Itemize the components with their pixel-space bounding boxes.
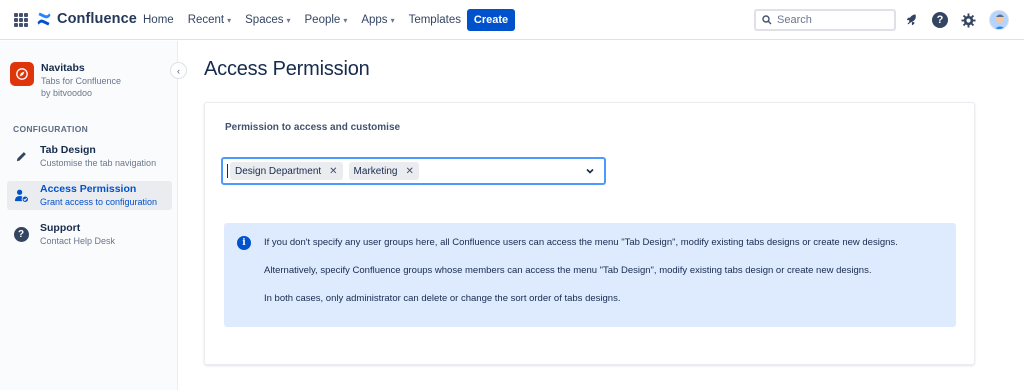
chevron-down-icon[interactable] [585, 166, 595, 176]
nav-apps-label: Apps [361, 14, 388, 26]
app-tagline: Tabs for Confluence [41, 76, 122, 86]
pencil-icon [12, 148, 30, 166]
sidebar-item-title: Tab Design [40, 144, 96, 156]
sidebar-item-title: Support [40, 222, 81, 234]
group-tag-label: Marketing [353, 165, 398, 177]
nav-templates[interactable]: Templates [409, 14, 461, 26]
primary-nav: Home Recent ▾ Spaces ▾ People ▾ Apps ▾ Templ… [136, 0, 468, 40]
info-text: In both cases, only administrator can de… [264, 293, 621, 304]
nav-people[interactable]: People ▾ [305, 14, 348, 26]
field-label: Permission to access and customise [225, 122, 401, 133]
app-switcher-icon[interactable] [14, 13, 28, 27]
settings-icon[interactable] [959, 11, 977, 29]
nav-home-label: Home [143, 14, 174, 26]
group-multi-select[interactable]: Design Department ✕ Marketing ✕ [221, 157, 606, 185]
remove-tag-icon[interactable]: ✕ [405, 166, 413, 177]
text-cursor [227, 164, 228, 178]
permission-panel: Permission to access and customise Desig… [204, 102, 975, 365]
group-tag: Marketing ✕ [348, 162, 419, 180]
question-icon: ? [12, 226, 30, 244]
info-message: i If you don't specify any user groups h… [224, 223, 956, 327]
search-input[interactable]: Search [754, 9, 896, 31]
group-tag-label: Design Department [235, 165, 322, 177]
help-icon[interactable]: ? [931, 11, 949, 29]
top-navigation: Confluence Home Recent ▾ Spaces ▾ People ▾ … [0, 0, 1024, 40]
app-vendor: by bitvoodoo [41, 88, 93, 98]
nav-apps[interactable]: Apps ▾ [361, 14, 394, 26]
nav-recent[interactable]: Recent ▾ [188, 14, 231, 26]
navitabs-logo-icon [10, 62, 34, 86]
remove-tag-icon[interactable]: ✕ [329, 166, 337, 177]
chevron-left-icon: ‹ [177, 65, 180, 76]
nav-people-label: People [304, 14, 341, 26]
sidebar-item-tab-design[interactable]: Tab Design Customise the tab navigation [7, 142, 172, 171]
sidebar-item-desc: Grant access to configuration [40, 197, 158, 207]
page-title: Access Permission [204, 58, 370, 80]
sidebar-item-support[interactable]: ? Support Contact Help Desk [7, 220, 172, 249]
confluence-logo[interactable]: Confluence [36, 11, 137, 27]
info-text: Alternatively, specify Confluence groups… [264, 265, 872, 276]
group-tag: Design Department ✕ [230, 162, 343, 180]
nav-recent-label: Recent [187, 14, 225, 26]
user-permission-icon [12, 187, 30, 205]
sidebar: Navitabs Tabs for Confluence by bitvoodo… [0, 41, 178, 390]
section-label: CONFIGURATION [13, 124, 89, 134]
sidebar-item-title: Access Permission [40, 183, 137, 195]
help-glyph: ? [932, 12, 948, 28]
chevron-down-icon: ▾ [227, 15, 232, 25]
chevron-down-icon: ▾ [286, 15, 291, 25]
notifications-icon[interactable] [903, 11, 921, 29]
sidebar-item-access-permission[interactable]: Access Permission Grant access to config… [7, 181, 172, 210]
sidebar-item-desc: Customise the tab navigation [40, 158, 157, 168]
create-button[interactable]: Create [467, 9, 515, 31]
nav-spaces-label: Spaces [245, 14, 284, 26]
nav-templates-label: Templates [408, 14, 461, 26]
search-placeholder: Search [777, 14, 812, 26]
search-icon [762, 15, 772, 25]
collapse-sidebar-button[interactable]: ‹ [170, 62, 187, 79]
info-icon: i [237, 236, 251, 250]
app-name: Navitabs [41, 62, 85, 74]
avatar[interactable] [989, 10, 1009, 30]
brand-name: Confluence [57, 11, 137, 27]
nav-spaces[interactable]: Spaces ▾ [245, 14, 290, 26]
sidebar-item-desc: Contact Help Desk [40, 236, 116, 246]
confluence-logo-icon [37, 12, 51, 26]
nav-home[interactable]: Home [143, 14, 174, 26]
info-text: If you don't specify any user groups her… [264, 237, 898, 248]
chevron-down-icon: ▾ [343, 15, 348, 25]
chevron-down-icon: ▾ [390, 15, 395, 25]
app-header: Navitabs Tabs for Confluence by bitvoodo… [10, 62, 121, 99]
